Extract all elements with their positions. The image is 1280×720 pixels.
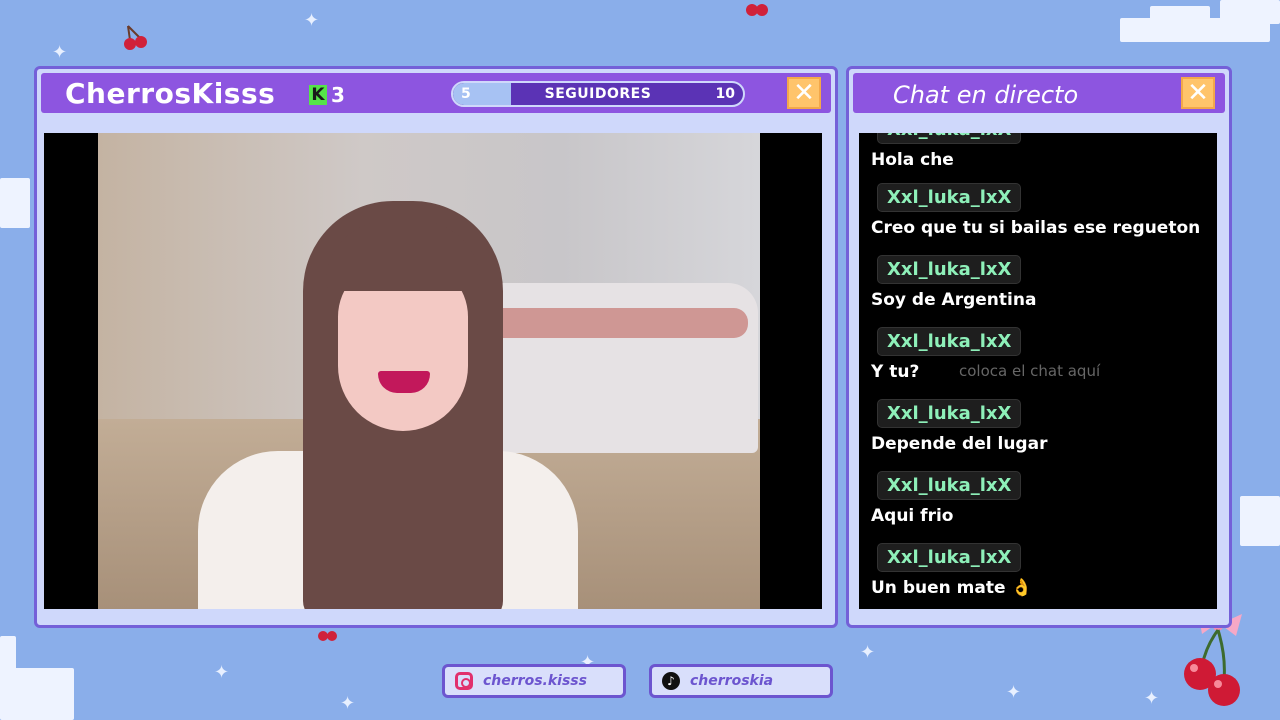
instagram-badge[interactable]: cherros.kisss — [442, 664, 626, 698]
pixel-cloud-decoration — [0, 628, 80, 720]
chat-username[interactable]: Xxl_luka_lxX — [877, 543, 1022, 572]
chat-window: Chat en directo ✕ Xxl_luka_lxX Hola che … — [846, 66, 1232, 628]
chat-message-text: Depende del lugar — [871, 434, 1048, 454]
streamer-figure — [198, 201, 578, 609]
sparkle-decoration: ✦ — [1006, 682, 1022, 703]
close-chat-button[interactable]: ✕ — [1181, 77, 1215, 109]
chat-titlebar: Chat en directo ✕ — [853, 73, 1225, 113]
cherry-decoration — [124, 25, 147, 50]
chat-username[interactable]: Xxl_luka_lxX — [877, 471, 1022, 500]
chat-message: Xxl_luka_lxX Hola che — [871, 133, 1022, 170]
chat-feed[interactable]: Xxl_luka_lxX Hola che Xxl_luka_lxX Creo … — [859, 133, 1217, 609]
chat-username[interactable]: Xxl_luka_lxX — [877, 255, 1022, 284]
tiktok-handle: cherroskia — [690, 673, 774, 689]
kick-count: 3 — [331, 83, 345, 107]
cherry-decoration — [746, 4, 768, 16]
pixel-cloud-decoration — [1234, 488, 1280, 552]
video-player[interactable] — [44, 133, 822, 609]
tiktok-badge[interactable]: ♪ cherroskia — [649, 664, 833, 698]
chat-message: Xxl_luka_lxX Aqui frio — [871, 471, 1022, 526]
chat-username[interactable]: Xxl_luka_lxX — [877, 399, 1022, 428]
webcam-feed — [98, 133, 760, 609]
kick-badge: K 3 — [309, 83, 345, 107]
followers-goal: 10 — [715, 86, 735, 102]
chat-username[interactable]: Xxl_luka_lxX — [877, 183, 1022, 212]
chat-message-text: Soy de Argentina — [871, 290, 1037, 310]
instagram-handle: cherros.kisss — [483, 673, 587, 689]
close-stream-button[interactable]: ✕ — [787, 77, 821, 109]
instagram-icon — [455, 672, 473, 690]
chat-username[interactable]: Xxl_luka_lxX — [877, 133, 1022, 144]
chat-message: Xxl_luka_lxX Un buen mate 👌 — [871, 543, 1033, 598]
chat-username[interactable]: Xxl_luka_lxX — [877, 327, 1022, 356]
stream-window: CherrosKisss K 3 5 SEGUIDORES 10 ✕ — [34, 66, 838, 628]
kick-logo-icon: K — [309, 85, 327, 105]
sparkle-decoration: ✦ — [860, 642, 876, 663]
sparkle-decoration: ✦ — [1144, 688, 1160, 709]
sparkle-decoration: ✦ — [52, 42, 68, 63]
chat-title: Chat en directo — [893, 81, 1079, 109]
chat-message-text: Hola che — [871, 150, 954, 170]
chat-message: Xxl_luka_lxX Depende del lugar — [871, 399, 1047, 454]
pixel-cloud-decoration — [0, 168, 34, 238]
stream-titlebar: CherrosKisss K 3 5 SEGUIDORES 10 ✕ — [41, 73, 831, 113]
chat-placeholder: coloca el chat aquí — [959, 362, 1101, 380]
chat-message-text: Creo que tu si bailas ese regueton — [871, 218, 1201, 238]
streamer-name: CherrosKisss — [65, 77, 276, 110]
sparkle-decoration: ✦ — [304, 10, 320, 31]
chat-message-text: Aqui frio — [871, 506, 954, 526]
sparkle-decoration: ✦ — [214, 662, 230, 683]
followers-progress-bar: 5 SEGUIDORES 10 — [451, 81, 745, 107]
chat-message: Xxl_luka_lxX Creo que tu si bailas ese r… — [871, 183, 1200, 238]
followers-label: SEGUIDORES — [544, 86, 652, 102]
cherry-decoration — [318, 631, 337, 641]
pixel-cloud-decoration — [1100, 0, 1280, 50]
chat-message-text: Un buen mate 👌 — [871, 578, 1033, 598]
sparkle-decoration: ✦ — [340, 693, 356, 714]
tiktok-icon: ♪ — [662, 672, 680, 690]
chat-message: Xxl_luka_lxX Soy de Argentina — [871, 255, 1036, 310]
